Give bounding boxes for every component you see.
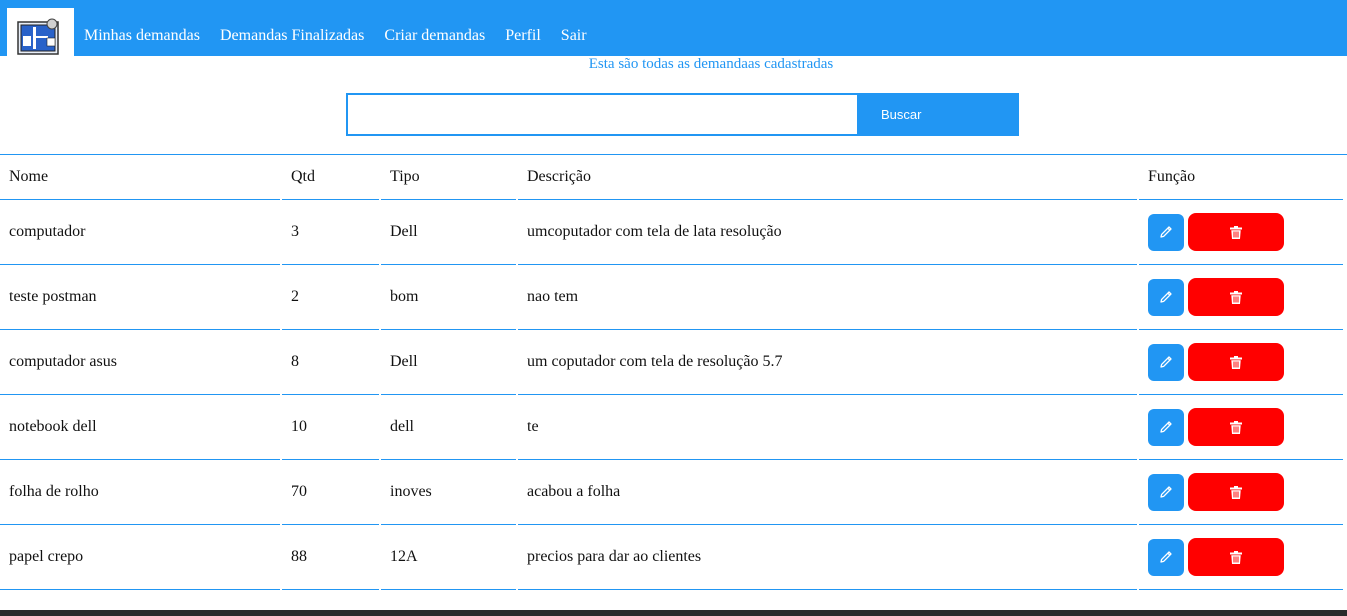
cell-tipo: 12A	[381, 525, 516, 590]
cell-funcao	[1139, 525, 1343, 590]
cell-nome: teste postman	[0, 265, 280, 330]
pencil-icon	[1160, 486, 1172, 498]
delete-button[interactable]	[1188, 213, 1284, 251]
row-actions	[1148, 278, 1343, 316]
search-button[interactable]: Buscar	[857, 93, 1019, 136]
cell-descricao: te	[518, 395, 1137, 460]
table-row: computador asus 8 Dell um coputador com tel…	[0, 330, 1343, 395]
edit-button[interactable]	[1148, 473, 1184, 511]
edit-button[interactable]	[1148, 343, 1184, 381]
header-nome: Nome	[0, 154, 280, 200]
search-input[interactable]	[346, 93, 857, 136]
pencil-icon	[1160, 421, 1172, 433]
trash-icon	[1230, 485, 1242, 499]
trash-icon	[1230, 355, 1242, 369]
cell-descricao: acabou a folha	[518, 460, 1137, 525]
table-header-row: Nome Qtd Tipo Descrição Função	[0, 154, 1343, 200]
cell-descricao: nao tem	[518, 265, 1137, 330]
delete-button[interactable]	[1188, 473, 1284, 511]
cell-tipo: bom	[381, 265, 516, 330]
table-row: folha de rolho 70 inoves acabou a folha	[0, 460, 1343, 525]
trash-icon	[1230, 225, 1242, 239]
row-actions	[1148, 473, 1343, 511]
cell-tipo: Dell	[381, 330, 516, 395]
row-actions	[1148, 538, 1343, 576]
app-logo-icon	[17, 18, 59, 55]
cell-funcao	[1139, 460, 1343, 525]
edit-button[interactable]	[1148, 538, 1184, 576]
table-row: computador 3 Dell umcoputador com tela de l…	[0, 200, 1343, 265]
cell-nome: folha de rolho	[0, 460, 280, 525]
header-descricao: Descrição	[518, 154, 1137, 200]
nav-criar-demandas[interactable]: Criar demandas	[384, 27, 485, 45]
pencil-icon	[1160, 356, 1172, 368]
table-row: teste postman 2 bom nao tem	[0, 265, 1343, 330]
edit-button[interactable]	[1148, 278, 1184, 316]
cell-funcao	[1139, 265, 1343, 330]
delete-button[interactable]	[1188, 408, 1284, 446]
cell-funcao	[1139, 330, 1343, 395]
bottom-edge	[0, 610, 1347, 616]
cell-qtd: 10	[282, 395, 379, 460]
cell-qtd: 3	[282, 200, 379, 265]
delete-button[interactable]	[1188, 278, 1284, 316]
cell-descricao: um coputador com tela de resolução 5.7	[518, 330, 1137, 395]
table-row: papel crepo 88 12A precios para dar ao clie…	[0, 525, 1343, 590]
cell-nome: notebook dell	[0, 395, 280, 460]
trash-icon	[1230, 550, 1242, 564]
row-actions	[1148, 213, 1343, 251]
cell-qtd: 8	[282, 330, 379, 395]
delete-button[interactable]	[1188, 538, 1284, 576]
pencil-icon	[1160, 291, 1172, 303]
navbar: Minhas demandas Demandas Finalizadas Cri…	[0, 0, 1347, 60]
cell-descricao: umcoputador com tela de lata resolução	[518, 200, 1137, 265]
edit-button[interactable]	[1148, 408, 1184, 446]
pencil-icon	[1160, 551, 1172, 563]
row-actions	[1148, 408, 1343, 446]
search-form: Buscar	[346, 93, 1019, 136]
header-funcao: Função	[1139, 154, 1343, 200]
cell-funcao	[1139, 200, 1343, 265]
edit-button[interactable]	[1148, 213, 1184, 251]
cell-qtd: 88	[282, 525, 379, 590]
row-actions	[1148, 343, 1343, 381]
nav-demandas-finalizadas[interactable]: Demandas Finalizadas	[220, 27, 364, 45]
delete-button[interactable]	[1188, 343, 1284, 381]
cell-tipo: inoves	[381, 460, 516, 525]
cell-descricao: precios para dar ao clientes	[518, 525, 1137, 590]
cell-qtd: 2	[282, 265, 379, 330]
cell-nome: computador	[0, 200, 280, 265]
cell-tipo: dell	[381, 395, 516, 460]
cell-tipo: Dell	[381, 200, 516, 265]
nav-links: Minhas demandas Demandas Finalizadas Cri…	[84, 27, 607, 45]
nav-sair[interactable]: Sair	[561, 27, 587, 45]
cell-qtd: 70	[282, 460, 379, 525]
table-row: notebook dell 10 dell te	[0, 395, 1343, 460]
trash-icon	[1230, 420, 1242, 434]
page-subtitle: Esta são todas as demandaas cadastradas	[588, 56, 834, 72]
nav-minhas-demandas[interactable]: Minhas demandas	[84, 27, 200, 45]
cell-nome: papel crepo	[0, 525, 280, 590]
demandas-table: Nome Qtd Tipo Descrição Função computado…	[0, 154, 1347, 590]
app-logo[interactable]	[7, 8, 74, 60]
cell-nome: computador asus	[0, 330, 280, 395]
header-qtd: Qtd	[282, 154, 379, 200]
pencil-icon	[1160, 226, 1172, 238]
cell-funcao	[1139, 395, 1343, 460]
header-tipo: Tipo	[381, 154, 516, 200]
trash-icon	[1230, 290, 1242, 304]
nav-perfil[interactable]: Perfil	[505, 27, 541, 45]
